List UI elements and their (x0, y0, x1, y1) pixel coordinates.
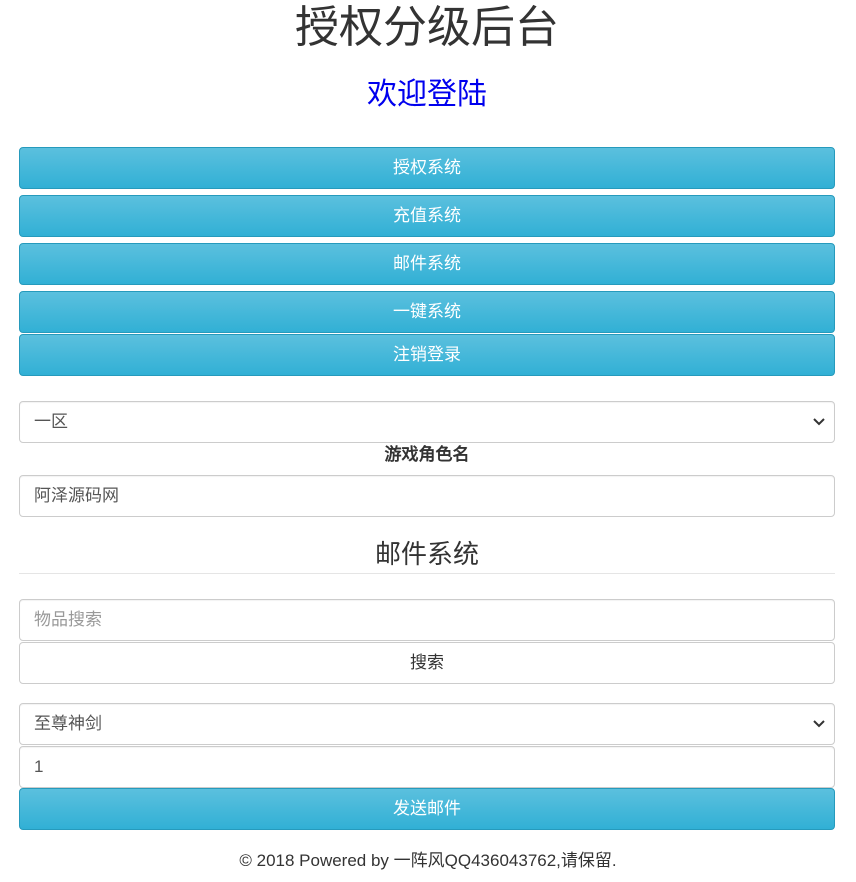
server-select-value: 一区 (34, 412, 68, 431)
quantity-value: 1 (34, 757, 44, 776)
main-container: 授权分级后台 欢迎登陆 授权系统 充值系统 邮件系统 一键系统 注销登录 一区 … (19, 0, 835, 830)
welcome-subtitle: 欢迎登陆 (367, 78, 487, 111)
role-name-value: 阿泽源码网 (34, 486, 119, 505)
item-select-value: 至尊神剑 (34, 714, 102, 733)
nav-button-one-click[interactable]: 一键系统 (19, 291, 835, 333)
item-search-placeholder: 物品搜索 (34, 610, 102, 629)
section-divider (19, 573, 835, 574)
chevron-down-icon (812, 402, 826, 442)
mail-section-title: 邮件系统 (374, 539, 479, 569)
chevron-down-icon (812, 704, 826, 744)
item-select[interactable]: 至尊神剑 (19, 703, 835, 745)
footer-text: © 2018 Powered by 一阵风QQ436043762,请保留. (239, 851, 617, 870)
quantity-input[interactable]: 1 (19, 746, 835, 788)
page-title: 授权分级后台 (295, 3, 559, 52)
role-name-input[interactable]: 阿泽源码网 (19, 475, 835, 517)
server-select[interactable]: 一区 (19, 401, 835, 443)
nav-button-logout[interactable]: 注销登录 (19, 334, 835, 376)
nav-button-recharge[interactable]: 充值系统 (19, 195, 835, 237)
search-button[interactable]: 搜索 (19, 642, 835, 684)
send-mail-button[interactable]: 发送邮件 (19, 788, 835, 830)
nav-button-mail[interactable]: 邮件系统 (19, 243, 835, 285)
role-name-label: 游戏角色名 (384, 445, 470, 464)
item-search-input[interactable]: 物品搜索 (19, 599, 835, 641)
nav-button-authorization[interactable]: 授权系统 (19, 147, 835, 189)
